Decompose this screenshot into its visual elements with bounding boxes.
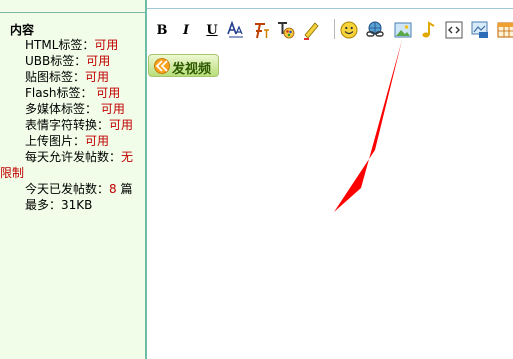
info-label: HTML标签： <box>25 38 95 52</box>
link-button[interactable] <box>364 19 386 41</box>
table-icon <box>497 22 513 38</box>
info-value: 可用 <box>109 118 134 132</box>
info-label: 贴图标签： <box>25 70 86 84</box>
info-value: 可用 <box>86 54 111 68</box>
info-value: 限制 <box>0 166 25 180</box>
info-label: 每天允许发帖数： <box>25 150 122 164</box>
sidebar-top-border <box>0 12 146 13</box>
info-label: 上传图片： <box>25 134 86 148</box>
code-button[interactable] <box>443 19 465 41</box>
info-value: 可用 <box>100 102 125 116</box>
text-color-button[interactable] <box>275 19 297 41</box>
text-color-icon <box>278 22 295 39</box>
font-face-icon <box>255 23 269 39</box>
info-label: Flash标签： <box>25 86 97 100</box>
double-arrow-left-icon <box>154 58 170 74</box>
underline-button[interactable]: U <box>201 19 223 41</box>
editor-top-border <box>147 8 513 9</box>
info-today-posts: 今天已发帖数：8 篇 <box>25 181 132 197</box>
emoticon-icon <box>340 21 358 39</box>
picture-upload-button[interactable] <box>469 19 491 41</box>
italic-button[interactable]: I <box>175 19 197 41</box>
info-value: 无 <box>121 150 134 164</box>
table-button[interactable] <box>495 19 513 41</box>
music-button[interactable] <box>418 19 440 41</box>
highlight-button[interactable] <box>300 19 322 41</box>
highlight-icon <box>304 22 319 40</box>
music-icon <box>422 21 435 38</box>
info-emoticon-convert: 表情字符转换：可用 <box>25 117 133 133</box>
info-multimedia: 多媒体标签： 可用 <box>25 101 125 117</box>
info-max-size: 最多：31KB <box>25 198 93 212</box>
editor-toolbar: B I U <box>147 15 513 43</box>
font-face-button[interactable] <box>250 19 272 41</box>
font-size-button[interactable] <box>225 19 247 41</box>
italic-icon: I <box>182 22 190 38</box>
info-flash: Flash标签： 可用 <box>25 85 120 101</box>
info-value: 可用 <box>96 86 121 100</box>
bold-icon: B <box>156 22 168 38</box>
image-button[interactable] <box>392 19 414 41</box>
info-value: 可用 <box>85 70 110 84</box>
font-size-icon <box>227 20 243 38</box>
underline-icon: U <box>206 22 218 38</box>
info-unit: 篇 <box>116 182 133 196</box>
info-upload-image: 上传图片：可用 <box>25 133 109 149</box>
info-value: 8 <box>109 182 117 196</box>
info-ubb: UBB标签：可用 <box>25 53 110 69</box>
image-icon <box>394 22 412 38</box>
info-html: HTML标签：可用 <box>25 37 118 53</box>
toolbar-separator <box>334 19 335 39</box>
info-daily-limit: 每天允许发帖数：无 <box>25 149 133 165</box>
info-label: 表情字符转换： <box>25 118 110 132</box>
panel-divider <box>145 0 147 359</box>
info-label: 多媒体标签： <box>25 102 101 116</box>
sidebar-title: 内容 <box>10 23 35 37</box>
code-icon <box>445 21 463 39</box>
post-video-label: 发视频 <box>172 62 212 77</box>
emoticon-button[interactable] <box>338 19 360 41</box>
post-video-button[interactable]: 发视频 <box>148 54 219 77</box>
bold-button[interactable]: B <box>151 19 173 41</box>
link-icon <box>366 21 384 37</box>
info-value: 可用 <box>85 134 110 148</box>
picture-upload-icon <box>471 21 488 38</box>
info-image-tag: 贴图标签：可用 <box>25 69 109 85</box>
info-label: 今天已发帖数： <box>25 182 110 196</box>
info-value: 可用 <box>94 38 119 52</box>
info-daily-limit-cont: 限制 <box>0 165 24 181</box>
info-label: UBB标签： <box>25 54 87 68</box>
